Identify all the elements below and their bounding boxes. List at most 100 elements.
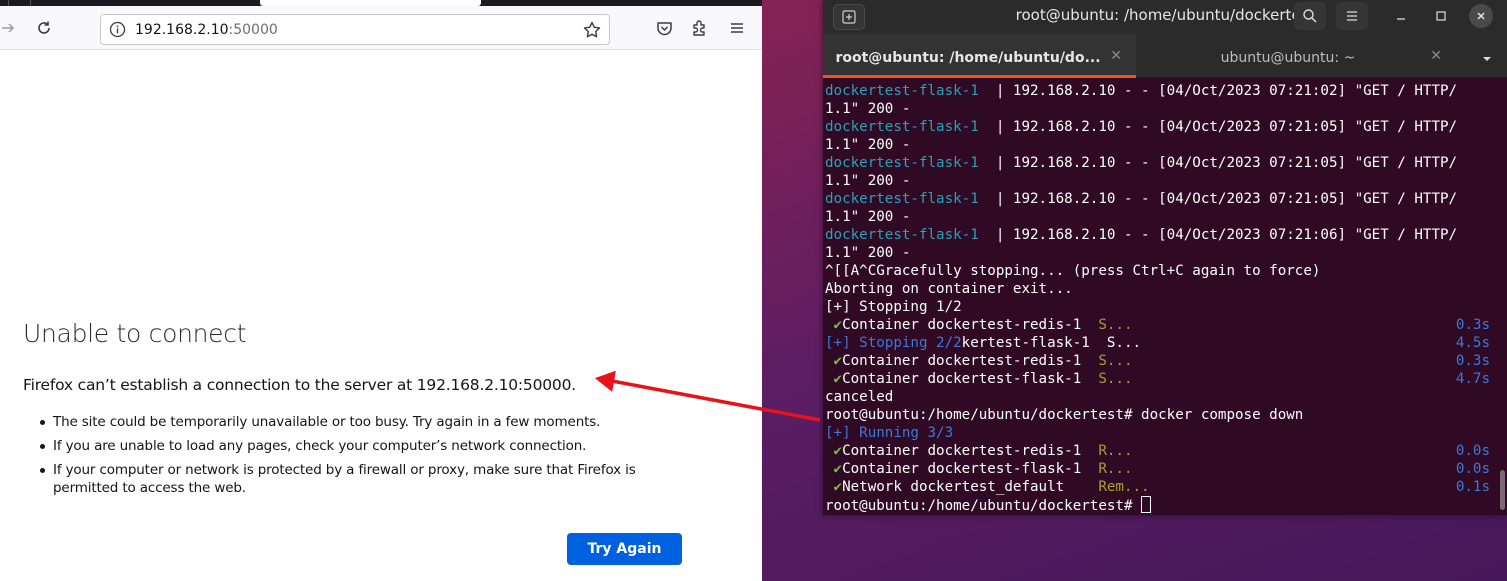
log-line-cont: 1.1" 200 - bbox=[825, 245, 911, 261]
error-title: Unable to connect bbox=[23, 319, 247, 348]
url-port: :50000 bbox=[228, 22, 278, 38]
error-item: The site could be temporarily unavailabl… bbox=[38, 413, 678, 431]
log-text: | 192.168.2.10 - - [04/Oct/2023 07:21:05… bbox=[995, 191, 1458, 207]
log-line-cont: 1.1" 200 - bbox=[825, 137, 911, 153]
log-line: dockertest-flask-1 | 192.168.2.10 - - [0… bbox=[825, 118, 1501, 136]
status-row: ✔Container dockertest-redis-1 R... 0.0s bbox=[825, 442, 1501, 460]
menu-button[interactable] bbox=[1336, 2, 1368, 30]
status-state: S... bbox=[1098, 353, 1133, 369]
terminal-window: root@ubuntu: /home/ubuntu/dockertest roo… bbox=[823, 0, 1507, 515]
status-time: 4.7s bbox=[1455, 371, 1490, 387]
stopping-head: [+] Stopping 2/2 bbox=[825, 335, 962, 351]
check-icon: ✔ bbox=[833, 371, 843, 387]
tab-dropdown-icon[interactable] bbox=[1481, 50, 1493, 62]
log-line-cont: 1.1" 200 - bbox=[825, 209, 911, 225]
status-name: Container dockertest-redis-1 bbox=[842, 317, 1099, 333]
ctrl-c-line: ^[[A^CGracefully stopping... (press Ctrl… bbox=[825, 263, 1321, 279]
status-time: 0.0s bbox=[1455, 461, 1490, 477]
log-line-cont: 1.1" 200 - bbox=[825, 173, 911, 189]
service-name: dockertest-flask-1 bbox=[825, 227, 996, 243]
status-state: Rem... bbox=[1098, 479, 1150, 495]
terminal-header: root@ubuntu: /home/ubuntu/dockertest bbox=[823, 0, 1507, 34]
terminal-output[interactable]: dockertest-flask-1 | 192.168.2.10 - - [0… bbox=[825, 82, 1501, 514]
log-line: dockertest-flask-1 | 192.168.2.10 - - [0… bbox=[825, 226, 1501, 244]
url-text[interactable]: 192.168.2.10:50000 bbox=[135, 22, 278, 38]
status-row: ✔Network dockertest_default Rem... 0.1s bbox=[825, 478, 1501, 496]
status-row: ✔Container dockertest-flask-1 R... 0.0s bbox=[825, 460, 1501, 478]
prompt-line: root@ubuntu:/home/ubuntu/dockertest# bbox=[825, 496, 1501, 514]
canceled-line: canceled bbox=[825, 389, 894, 405]
abort-line: Aborting on container exit... bbox=[825, 281, 1073, 297]
close-icon[interactable] bbox=[1469, 4, 1493, 28]
search-icon bbox=[1303, 9, 1317, 23]
hamburger-icon bbox=[1347, 11, 1357, 21]
log-line: dockertest-flask-1 | 192.168.2.10 - - [0… bbox=[825, 190, 1501, 208]
status-state: R... bbox=[1098, 461, 1133, 477]
minimize-icon[interactable] bbox=[1389, 4, 1413, 28]
status-time: 0.3s bbox=[1455, 353, 1490, 369]
status-state: S... bbox=[1106, 335, 1142, 351]
status-name: kertest-flask-1 bbox=[961, 335, 1107, 351]
stopping-line: [+] Stopping 1/2 bbox=[825, 299, 962, 315]
pocket-icon[interactable] bbox=[652, 16, 676, 40]
bookmark-star-icon[interactable] bbox=[582, 20, 602, 40]
log-line-cont: 1.1" 200 - bbox=[825, 101, 911, 117]
status-row: [+] Stopping 2/2kertest-flask-1 S... 4.5s bbox=[825, 334, 1501, 352]
url-bar[interactable]: 192.168.2.10:50000 bbox=[100, 14, 610, 45]
log-text: | 192.168.2.10 - - [04/Oct/2023 07:21:05… bbox=[995, 119, 1458, 135]
tab-label: root@ubuntu: /home/ubuntu/do... bbox=[835, 50, 1101, 66]
service-name: dockertest-flask-1 bbox=[825, 155, 996, 171]
firefox-window: 192.168.2.10:50000 Unable to connect Fir… bbox=[0, 0, 762, 581]
status-row: ✔Container dockertest-flask-1 S... 4.7s bbox=[825, 370, 1501, 388]
status-time: 0.1s bbox=[1455, 479, 1490, 495]
try-again-button[interactable]: Try Again bbox=[567, 533, 682, 565]
error-item: If you are unable to load any pages, che… bbox=[38, 437, 678, 455]
check-icon: ✔ bbox=[833, 353, 843, 369]
url-host: 192.168.2.10 bbox=[135, 22, 229, 38]
navigation-toolbar: 192.168.2.10:50000 bbox=[0, 6, 762, 50]
log-text: | 192.168.2.10 - - [04/Oct/2023 07:21:02… bbox=[995, 83, 1458, 99]
status-time: 0.0s bbox=[1455, 443, 1490, 459]
error-suggestions: The site could be temporarily unavailabl… bbox=[38, 413, 678, 503]
extensions-icon[interactable] bbox=[688, 16, 712, 40]
site-info-icon[interactable] bbox=[109, 21, 126, 38]
reload-icon[interactable] bbox=[32, 16, 56, 40]
log-text: | 192.168.2.10 - - [04/Oct/2023 07:21:06… bbox=[995, 227, 1458, 243]
prompt-text: root@ubuntu:/home/ubuntu/dockertest# bbox=[825, 498, 1142, 514]
status-time: 0.3s bbox=[1455, 317, 1490, 333]
service-name: dockertest-flask-1 bbox=[825, 119, 996, 135]
maximize-icon[interactable] bbox=[1429, 4, 1453, 28]
status-row: ✔Container dockertest-redis-1 S... 0.3s bbox=[825, 352, 1501, 370]
status-name: Container dockertest-flask-1 bbox=[842, 371, 1099, 387]
forward-arrow-icon[interactable] bbox=[0, 16, 20, 40]
terminal-scrollbar[interactable] bbox=[1500, 470, 1505, 510]
error-lead: Firefox can’t establish a connection to … bbox=[23, 376, 576, 394]
tab-close-icon[interactable]: ✕ bbox=[1110, 48, 1122, 64]
status-state: S... bbox=[1098, 371, 1133, 387]
log-line: dockertest-flask-1 | 192.168.2.10 - - [0… bbox=[825, 82, 1501, 100]
hamburger-menu-icon[interactable] bbox=[725, 16, 749, 40]
status-state: S... bbox=[1098, 317, 1133, 333]
service-name: dockertest-flask-1 bbox=[825, 191, 996, 207]
active-tab-indicator bbox=[823, 75, 1136, 78]
log-text: | 192.168.2.10 - - [04/Oct/2023 07:21:05… bbox=[995, 155, 1458, 171]
terminal-tab-ubuntu[interactable]: ubuntu@ubuntu: ~ ✕ bbox=[1143, 34, 1456, 78]
terminal-cursor bbox=[1141, 496, 1152, 513]
status-time: 4.5s bbox=[1455, 335, 1490, 351]
check-icon: ✔ bbox=[833, 479, 843, 495]
terminal-tab-root[interactable]: root@ubuntu: /home/ubuntu/do... ✕ bbox=[823, 34, 1136, 78]
check-icon: ✔ bbox=[833, 443, 843, 459]
check-icon: ✔ bbox=[833, 461, 843, 477]
status-name: Container dockertest-redis-1 bbox=[842, 353, 1099, 369]
tab-label: ubuntu@ubuntu: ~ bbox=[1220, 50, 1356, 66]
error-item: If your computer or network is protected… bbox=[38, 461, 678, 497]
prompt-line: root@ubuntu:/home/ubuntu/dockertest# doc… bbox=[825, 407, 1304, 423]
status-name: Container dockertest-redis-1 bbox=[842, 443, 1099, 459]
running-line: [+] Running 3/3 bbox=[825, 425, 954, 441]
log-line: dockertest-flask-1 | 192.168.2.10 - - [0… bbox=[825, 154, 1501, 172]
status-state: R... bbox=[1098, 443, 1133, 459]
check-icon: ✔ bbox=[833, 317, 843, 333]
status-name: Network dockertest_default bbox=[842, 479, 1099, 495]
search-button[interactable] bbox=[1294, 2, 1326, 30]
tab-close-icon[interactable]: ✕ bbox=[1430, 48, 1442, 64]
